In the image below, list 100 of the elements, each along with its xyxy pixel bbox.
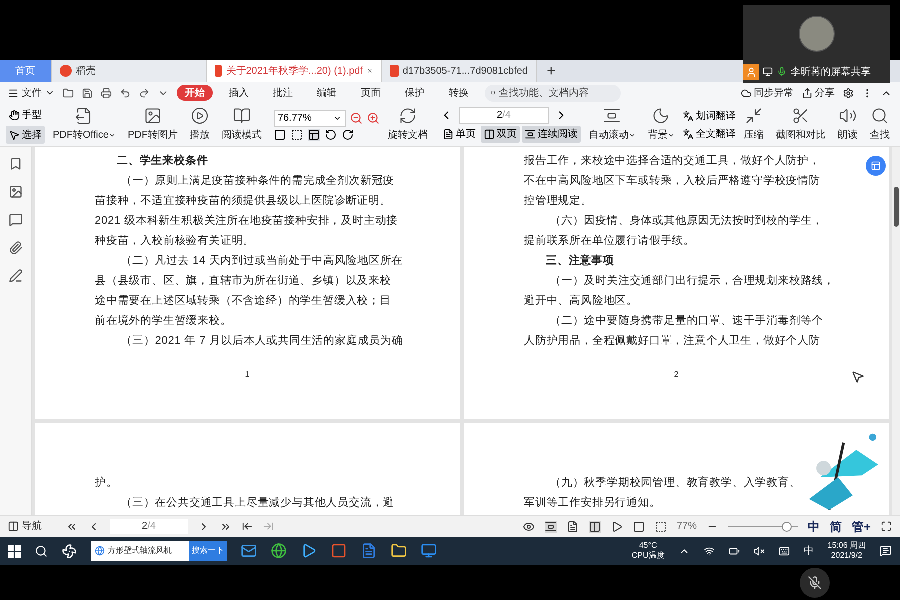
zoom-in-icon[interactable] [366,112,380,124]
toolbar-button[interactable]: PDF转Office [49,105,120,145]
back-icon[interactable] [242,521,253,532]
view-mode-button[interactable]: 单页 [440,126,479,143]
toolbar-button[interactable]: 自动滚动 [584,105,640,145]
ribbon-tab[interactable]: 开始 [177,85,213,101]
eye-icon[interactable] [522,520,535,532]
paperclip-icon[interactable] [8,241,22,255]
comment-icon[interactable] [8,213,22,227]
document-tab[interactable]: d17b3505-71...7d9081cbfed [382,60,537,82]
pen-icon[interactable] [8,269,22,283]
mail-icon[interactable] [241,543,257,559]
ribbon-tab[interactable]: 转换 [441,85,477,101]
rotate-right-icon[interactable] [342,128,354,140]
clock[interactable]: 15:06 周四 2021/9/2 [828,541,866,561]
docer-logo-icon [60,65,72,77]
translate-button[interactable]: 全文翻译 [682,126,736,142]
keyboard-icon[interactable] [778,546,790,556]
document-tab[interactable]: 稻壳 [52,60,207,82]
ribbon-tab[interactable]: 保护 [397,85,433,101]
zoom-level[interactable]: 77% [676,519,697,534]
view-mode-button[interactable]: 连续阅读 [522,126,581,143]
file-menu[interactable]: 文件 [8,86,55,100]
single-page-icon[interactable] [566,520,579,532]
battery-icon[interactable] [728,546,740,556]
cpu-temperature: 45°C CPU温度 [632,541,665,561]
caret-icon [628,132,636,139]
fit-page-icon[interactable] [654,520,667,532]
toolbar-button[interactable]: 截图和对比 [772,105,830,145]
ime-indicator[interactable]: 管+ [852,518,871,536]
cursor-tool-button[interactable]: 手型 [6,106,45,124]
fit-width-icon[interactable] [308,128,320,140]
cursor-tool-button[interactable]: 选择 [6,126,45,144]
windows-start-icon[interactable] [8,544,21,558]
ime-indicator[interactable]: 简 [830,518,842,536]
undo-icon[interactable] [120,88,131,98]
web-search-button[interactable]: 搜索一下 [189,541,227,561]
document-tab[interactable]: 关于2021年秋季学...20) (1).pdf [207,60,382,82]
section-heading: 三、注意事项 [545,254,616,269]
translate-button[interactable]: 划词翻译 [682,108,736,124]
ime-indicator[interactable]: 中 [808,518,820,536]
input-method-indicator[interactable]: 中 [804,544,814,558]
fullscreen-icon[interactable] [881,521,892,532]
toolbar-button[interactable]: 压缩 [740,105,768,145]
view-mode-button[interactable]: 双页 [480,126,520,143]
sync-button[interactable]: 同步异常 [741,86,794,100]
print-icon[interactable] [101,88,112,98]
toolbar-button[interactable]: 背景 [644,105,679,145]
bookmark-icon[interactable] [8,157,22,171]
share-button[interactable]: 分享 [802,86,835,100]
video-player-icon[interactable] [301,543,317,559]
toolbar-button[interactable]: 播放 [186,105,214,145]
fit-page-icon[interactable] [290,128,303,140]
ribbon-tab[interactable]: 批注 [265,85,301,101]
fan-icon[interactable] [62,544,77,558]
scrollbar[interactable] [892,147,900,515]
actual-size-icon[interactable] [274,128,286,140]
play-icon[interactable] [610,520,623,532]
ribbon-tab[interactable]: 页面 [353,85,389,101]
settings-icon[interactable] [843,88,854,98]
notification-icon[interactable] [880,545,892,557]
mouse-pointer-icon [851,370,865,384]
double-page-icon[interactable] [588,520,601,532]
actual-size-icon[interactable] [632,520,645,532]
office-icon[interactable] [331,543,347,559]
browser-icon[interactable] [271,543,287,559]
document-text-line: 报告工作，来校途中选择合适的交通工具，做好个人防护， [524,154,822,169]
toolbar-button[interactable]: 朗读 [834,105,862,145]
toolbar-button[interactable]: PDF转图片 [124,105,182,145]
toolbar-button[interactable]: 阅读模式 [218,105,266,145]
translate-icon [682,128,694,140]
search-icon[interactable] [35,544,48,558]
network-icon[interactable] [704,546,715,556]
mute-microphone-button[interactable] [800,568,830,598]
document-app-icon[interactable] [361,543,377,559]
folder-icon[interactable] [63,88,74,98]
navigation-button[interactable]: 导航 [8,519,42,534]
web-search-field[interactable]: 方形壁式轴流风机 [91,541,189,561]
page-number-field[interactable]: 2/4 [458,107,549,124]
ribbon-tab[interactable]: 插入 [221,85,257,101]
document-text-line: （三）在公共交通工具上尽量减少与其他人员交流，避 [120,496,396,511]
search-field[interactable]: 查找功能、文档内容 [485,84,621,102]
save-icon[interactable] [82,88,93,98]
new-tab-button[interactable]: + [537,62,566,82]
image-icon[interactable] [8,185,22,199]
ribbon-tab[interactable]: 编辑 [309,85,345,101]
document-text-line: 苗接种，不适宜接种疫苗的须提供县级以上医院诊断证明。 [95,194,392,209]
continuous-icon[interactable] [544,520,557,532]
zoom-slider-thumb[interactable] [782,522,792,532]
zoom-select[interactable]: 76.77% [274,110,346,126]
redo-icon[interactable] [139,88,150,98]
rotate-left-icon[interactable] [324,128,337,140]
folder-icon[interactable] [391,543,407,559]
moon-icon [652,107,670,125]
document-text-line: 种疫苗，入校前核验有关证明。 [95,234,256,249]
page-number-field[interactable]: 2/4 [110,519,188,534]
muted-speaker-icon[interactable] [754,546,765,556]
meeting-app-icon[interactable] [421,543,437,559]
toolbar-button[interactable]: 查找 [866,105,894,145]
toolbar-button[interactable]: 旋转文档 [384,105,432,145]
